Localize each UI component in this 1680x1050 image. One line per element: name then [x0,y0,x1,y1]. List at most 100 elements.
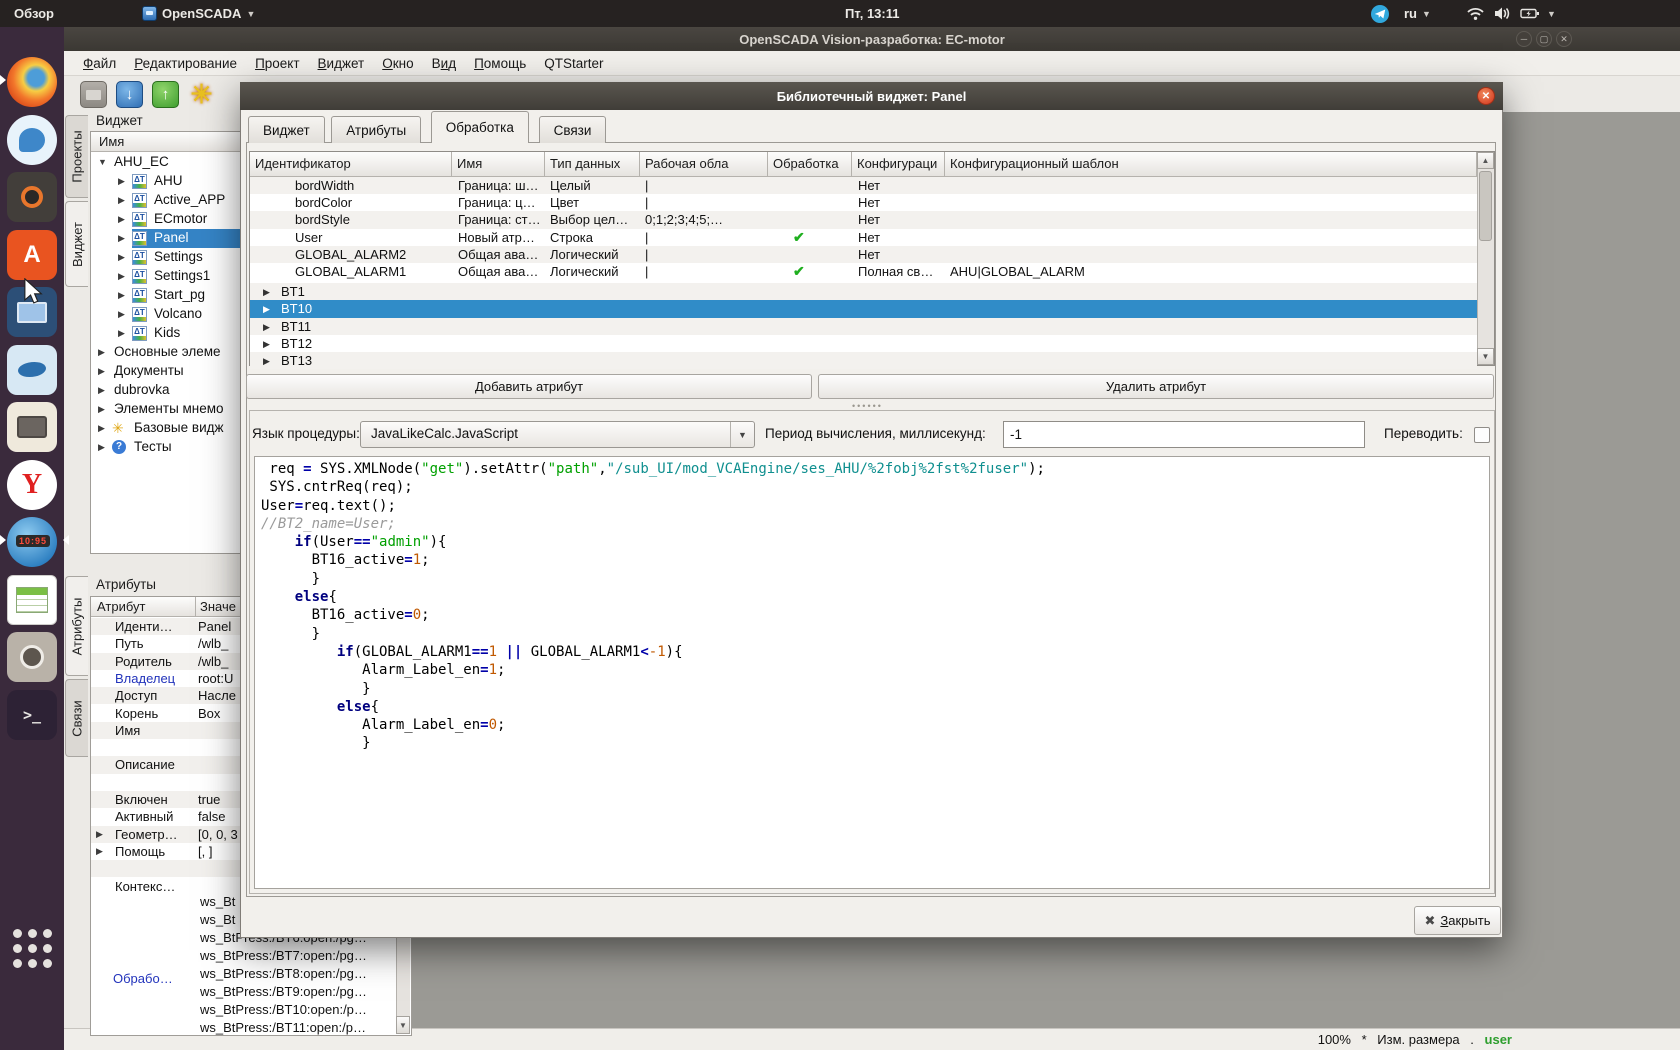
grid-dot [43,929,52,938]
attr-name: Помощь [115,844,195,859]
side-tab-Виджет[interactable]: Виджет [65,201,88,287]
grid-dot [43,944,52,953]
dialog-title: Библиотечный виджет: Panel [777,89,967,104]
star-icon: ✳ [112,420,124,437]
bluefish-shape [17,359,48,379]
tree-item-label: Active_APP [154,192,225,207]
tree-expand-icon[interactable]: ▶ [118,176,125,187]
attr-name: Геометр… [115,827,195,842]
tree-expand-icon[interactable]: ▶ [98,366,105,377]
attr-name: Владелец [115,671,195,686]
app-menu-button[interactable]: OpenSCADA ▼ [142,0,255,27]
yandex-letter: Y [22,469,42,501]
screenshot-shape [21,186,43,208]
processing-value-line: ws_BtPress:/BT9:open:/pg… [200,984,395,1002]
tree-expand-icon[interactable]: ▶ [118,271,125,282]
attr-name: Доступ [115,688,195,703]
paper-plane-icon [1374,8,1386,20]
openscada-icon[interactable]: 10:95 [7,517,57,567]
tree-expand-icon[interactable]: ▶ [118,252,125,263]
terminal-letter: >_ [23,706,41,724]
tree-expand-icon[interactable]: ▶ [118,195,125,206]
terminal-icon[interactable]: >_ [7,690,57,740]
processing-value-line: ws_BtPress:/BT8:open:/pg… [200,966,395,984]
widget-icon: ΔT [132,174,147,189]
dialog-close-icon[interactable]: ✕ [1477,87,1495,105]
keyboard-layout-indicator[interactable]: ru ▼ [1404,0,1431,27]
attr-col-header-name[interactable]: Атрибут [91,597,195,617]
launcher-dock: A Y 10:95 >_ [0,27,64,1050]
expand-icon[interactable]: ▶ [96,829,103,840]
desktop: OpenSCADA Vision-разработка: EC-motor ─ … [0,0,1680,1050]
telegram-tray-icon[interactable] [1371,0,1389,27]
tree-expand-icon[interactable]: ▶ [118,290,125,301]
tree-expand-icon[interactable]: ▶ [98,347,105,358]
openscada-clock-badge: 10:95 [16,535,50,547]
software-icon[interactable]: A [7,230,57,280]
tree-expand-icon[interactable]: ▶ [98,404,105,415]
tree-item-label: ECmotor [154,211,207,226]
gimp-shape [20,645,44,669]
processing-value-line: ws_BtPress:/BT11:open:/p… [200,1020,395,1038]
grid-dot [13,944,22,953]
gimp-icon[interactable] [7,632,57,682]
thunderbird-icon[interactable] [7,115,57,165]
widget-icon: ΔT [132,307,147,322]
tree-expand-icon[interactable]: ▶ [118,233,125,244]
side-tab-Проекты[interactable]: Проекты [65,115,88,198]
files-icon[interactable] [7,402,57,452]
files-shape [17,416,47,438]
grid-dot [43,959,52,968]
tree-item-label: Основные элеме [114,344,221,359]
tree-expand-icon[interactable]: ▶ [118,328,125,339]
running-indicator [0,535,11,545]
attr-name: Иденти… [115,619,195,634]
tree-item-label: Kids [154,325,180,340]
thunderbird-shape [19,128,45,152]
show-applications-icon[interactable] [9,925,55,971]
chevron-down-icon: ▼ [1547,9,1556,19]
widget-icon: ΔT [132,288,147,303]
tree-expand-icon[interactable]: ▶ [98,423,105,434]
screenshot-icon[interactable] [7,172,57,222]
tree-expand-icon[interactable]: ▶ [98,442,105,453]
grid-dot [28,929,37,938]
tree-item-label: dubrovka [114,382,170,397]
attr-row-processing-label[interactable]: Обрабо… [113,971,173,986]
widget-icon: ΔT [132,326,147,341]
clock[interactable]: Пт, 13:11 [845,0,900,27]
grid-dot [28,959,37,968]
dialog-titlebar[interactable]: Библиотечный виджет: Panel [240,82,1503,110]
battery-icon[interactable]: ▼ [1520,0,1556,27]
widget-icon: ΔT [132,212,147,227]
activities-button[interactable]: Обзор [14,0,54,27]
bluefish-icon[interactable] [7,345,57,395]
widget-icon: ΔT [132,250,147,265]
volume-icon[interactable] [1494,0,1511,27]
focused-indicator [58,535,69,545]
side-tab-Связи[interactable]: Связи [65,679,88,757]
libreoffice-calc-shape [16,587,48,613]
tree-item-label: AHU [154,173,183,188]
expand-icon[interactable]: ▶ [96,846,103,857]
grid-dot [28,944,37,953]
tree-expand-icon[interactable]: ▶ [118,309,125,320]
tree-expand-icon[interactable]: ▶ [118,214,125,225]
attr-panel-title: Атрибуты [96,577,156,592]
widget-icon: ΔT [132,193,147,208]
software-letter: A [23,241,40,269]
tree-collapse-icon[interactable]: ▼ [98,157,107,167]
tree-item-label: Элементы мнемо [114,401,224,416]
tree-item-label: AHU_EC [114,154,169,169]
libreoffice-calc-icon[interactable] [7,575,57,625]
scroll-down-icon[interactable]: ▼ [396,1016,410,1034]
firefox-icon[interactable] [7,57,57,107]
yandex-icon[interactable]: Y [7,460,57,510]
attr-name: Родитель [115,654,195,669]
wifi-icon[interactable] [1466,0,1485,27]
side-tab-Атрибуты[interactable]: Атрибуты [65,576,88,676]
attr-name: Корень [115,706,195,721]
openscada-app-icon [142,6,157,21]
tree-expand-icon[interactable]: ▶ [98,385,105,396]
dialog-tab-frame [246,142,1496,897]
